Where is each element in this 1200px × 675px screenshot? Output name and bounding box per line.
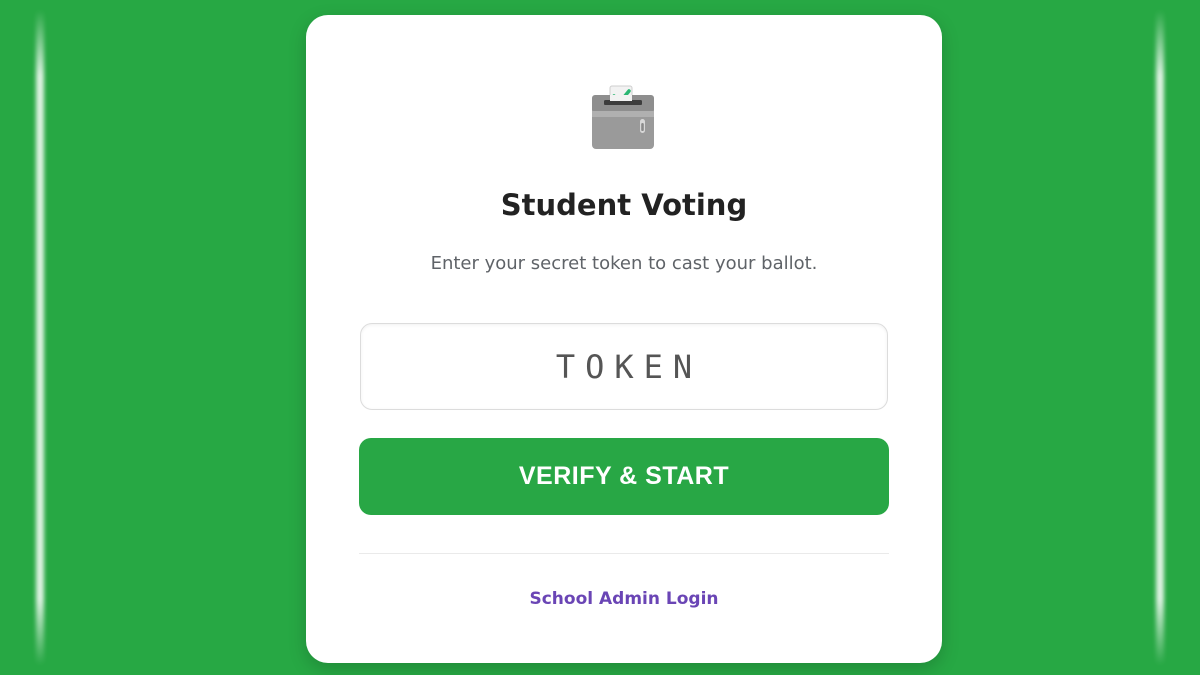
- ballot-box-icon: [590, 83, 658, 153]
- right-frame-edge: [1160, 0, 1200, 675]
- left-frame-edge: [0, 0, 40, 675]
- token-input[interactable]: [360, 323, 888, 410]
- school-admin-login-link[interactable]: School Admin Login: [306, 589, 942, 609]
- login-card: Student Voting Enter your secret token t…: [306, 15, 942, 663]
- page-subtitle: Enter your secret token to cast your bal…: [430, 253, 818, 274]
- page-title: Student Voting: [500, 188, 748, 222]
- divider: [359, 553, 889, 554]
- verify-start-button[interactable]: VERIFY & START: [359, 438, 889, 515]
